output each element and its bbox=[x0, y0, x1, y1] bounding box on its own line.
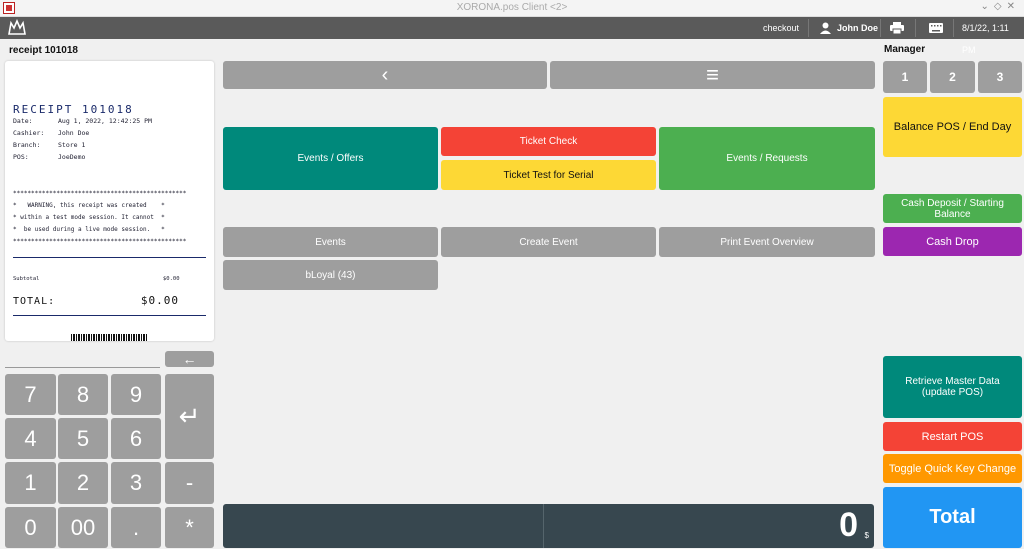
printer-icon[interactable] bbox=[890, 22, 904, 34]
restart-pos-button[interactable]: Restart POS bbox=[883, 422, 1022, 451]
receipt-warning-line: * be used during a live mode session. * bbox=[13, 226, 165, 233]
receipt-warning-line: * WARNING, this receipt was created * bbox=[13, 202, 165, 209]
key-multiply[interactable]: * bbox=[165, 507, 214, 548]
maximize-icon[interactable]: ◇ bbox=[994, 1, 1007, 12]
receipt-date-row: Date: Aug 1, 2022, 12:42:25 PM bbox=[13, 117, 152, 125]
ticket-check-button[interactable]: Ticket Check bbox=[441, 127, 656, 156]
key-6[interactable]: 6 bbox=[111, 418, 161, 459]
enter-button[interactable]: ↵ bbox=[165, 374, 214, 459]
balance-pos-button[interactable]: Balance POS / End Day bbox=[883, 97, 1022, 157]
close-icon[interactable]: ✕ bbox=[1007, 1, 1020, 12]
receipt-divider bbox=[13, 315, 206, 316]
window-title: XORONA.pos Client <2> bbox=[456, 2, 568, 13]
receipt-total-label: TOTAL: bbox=[13, 296, 56, 307]
back-button[interactable]: ‹ bbox=[223, 61, 547, 89]
amount-input[interactable] bbox=[5, 367, 160, 368]
receipt-pos-row: POS: JoeDemo bbox=[13, 153, 86, 161]
amount-display: 0 $ bbox=[223, 504, 874, 548]
ticket-test-button[interactable]: Ticket Test for Serial bbox=[441, 160, 656, 190]
corona-logo-icon bbox=[8, 19, 26, 35]
total-button[interactable]: Total bbox=[883, 487, 1022, 548]
receipt-cashier-row: Cashier: John Doe bbox=[13, 129, 90, 137]
receipt-preview: RECEIPT 101018 Date: Aug 1, 2022, 12:42:2… bbox=[5, 61, 214, 341]
key-2[interactable]: 2 bbox=[58, 462, 108, 504]
events-requests-button[interactable]: Events / Requests bbox=[659, 127, 875, 190]
page-2-button[interactable]: 2 bbox=[930, 61, 975, 93]
key-dot[interactable]: . bbox=[111, 507, 161, 548]
menu-button[interactable]: ≡ bbox=[550, 61, 875, 89]
divider bbox=[915, 19, 916, 37]
create-event-button[interactable]: Create Event bbox=[441, 227, 656, 257]
key-4[interactable]: 4 bbox=[5, 418, 56, 459]
key-1[interactable]: 1 bbox=[5, 462, 56, 504]
receipt-branch-row: Branch: Store 1 bbox=[13, 141, 86, 149]
print-event-overview-button[interactable]: Print Event Overview bbox=[659, 227, 875, 257]
datetime: 8/1/22, 1:11 PM bbox=[962, 23, 1009, 55]
top-bar: checkout John Doe 8/1/22, 1:11 PM bbox=[0, 17, 1024, 55]
window-titlebar: XORONA.pos Client <2> ⌄◇✕ bbox=[0, 0, 1024, 17]
retrieve-master-data-button[interactable]: Retrieve Master Data (update POS) bbox=[883, 356, 1022, 418]
receipt-label: receipt 101018 bbox=[9, 45, 78, 56]
key-00[interactable]: 00 bbox=[58, 507, 108, 548]
receipt-subtotal-label: Subtotal bbox=[13, 276, 40, 282]
key-5[interactable]: 5 bbox=[58, 418, 108, 459]
window-controls[interactable]: ⌄◇✕ bbox=[981, 1, 1020, 12]
receipt-title: RECEIPT 101018 bbox=[13, 103, 134, 116]
user-name[interactable]: John Doe bbox=[837, 17, 878, 39]
divider bbox=[808, 19, 809, 37]
key-7[interactable]: 7 bbox=[5, 374, 56, 415]
display-currency: $ bbox=[864, 531, 869, 540]
key-3[interactable]: 3 bbox=[111, 462, 161, 504]
backspace-button[interactable]: ← bbox=[165, 351, 214, 367]
receipt-barcode bbox=[71, 334, 147, 341]
minimize-icon[interactable]: ⌄ bbox=[981, 1, 994, 12]
page-3-button[interactable]: 3 bbox=[978, 61, 1022, 93]
receipt-subtotal-value: $0.00 bbox=[163, 276, 180, 282]
divider bbox=[953, 19, 954, 37]
receipt-stars: ****************************************… bbox=[13, 190, 187, 197]
events-button[interactable]: Events bbox=[223, 227, 438, 257]
keyboard-icon[interactable] bbox=[929, 23, 943, 33]
manager-label: Manager bbox=[884, 44, 926, 55]
divider bbox=[880, 19, 881, 37]
receipt-total-value: $0.00 bbox=[140, 294, 179, 307]
receipt-divider bbox=[13, 257, 206, 258]
cash-drop-button[interactable]: Cash Drop bbox=[883, 227, 1022, 256]
checkout-label[interactable]: checkout bbox=[763, 17, 799, 39]
receipt-stars: ****************************************… bbox=[13, 238, 187, 245]
page-1-button[interactable]: 1 bbox=[883, 61, 927, 93]
key-9[interactable]: 9 bbox=[111, 374, 161, 415]
toggle-quick-key-button[interactable]: Toggle Quick Key Change bbox=[883, 454, 1022, 483]
display-divider bbox=[543, 504, 544, 548]
key-0[interactable]: 0 bbox=[5, 507, 56, 548]
user-icon bbox=[820, 22, 831, 34]
bloyal-button[interactable]: bLoyal (43) bbox=[223, 260, 438, 290]
display-amount: 0 bbox=[839, 506, 858, 544]
cash-deposit-button[interactable]: Cash Deposit / Starting Balance bbox=[883, 194, 1022, 223]
key-minus[interactable]: - bbox=[165, 462, 214, 504]
events-offers-button[interactable]: Events / Offers bbox=[223, 127, 438, 190]
receipt-warning-line: * within a test mode session. It cannot … bbox=[13, 214, 165, 221]
key-8[interactable]: 8 bbox=[58, 374, 108, 415]
